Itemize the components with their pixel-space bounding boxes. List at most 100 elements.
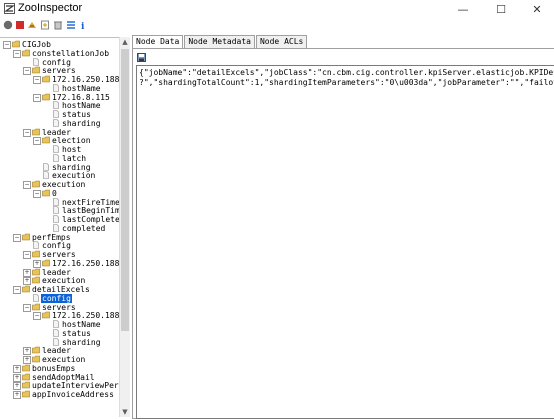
folder-icon [32,66,40,74]
tree-node-label: sendAdoptMail [32,372,95,382]
tree-node-label: sharding [62,337,101,347]
file-icon [43,162,49,171]
tab-node-data[interactable]: Node Data [132,35,184,48]
tree-node[interactable]: + sendAdoptMail [0,373,120,382]
tree-node[interactable]: status [0,110,120,119]
close-button[interactable]: ✕ [520,0,554,18]
tree-node-label: hostName [62,101,101,111]
tree-node[interactable]: config [0,293,120,303]
folder-icon [22,381,30,389]
tree-node[interactable]: + leader [0,268,120,277]
folder-icon [22,390,30,398]
tree-node[interactable]: − servers [0,303,120,312]
add-node-icon[interactable] [40,20,50,30]
zookeeper-app-icon [4,3,15,14]
tree-node-label: execution [52,171,96,181]
file-icon [53,206,59,215]
tree-node[interactable]: host [0,145,120,154]
tree-node[interactable]: +172.16.250.188 [0,259,120,268]
tree-node-label: config [41,293,72,303]
tree-node[interactable]: − detailExcels [0,285,120,294]
node-details-pane: Node Data Node Metadata Node ACLs {"jobN… [130,34,554,419]
tree-node-label: execution [42,276,86,286]
tree-node[interactable]: status [0,329,120,338]
settings-icon[interactable] [66,20,76,30]
tree-node[interactable]: − perfEmps [0,233,120,242]
svg-text:i: i [81,22,85,30]
minimize-button[interactable]: — [446,0,480,18]
tree-node[interactable]: −172.16.250.188 [0,75,120,84]
tree-scrollbar[interactable]: ▲ ▼ [119,37,130,417]
tree-node[interactable]: + bonusEmps [0,364,120,373]
scrollbar-thumb[interactable] [121,49,129,331]
tree-node-label: CIGJob [22,40,51,49]
folder-icon [22,285,30,293]
tree-node-label: servers [42,250,76,259]
tree-node-label: leader [42,127,71,137]
folder-icon [12,40,20,48]
tree-node[interactable]: execution [0,171,120,180]
tree-node[interactable]: − CIGJob [0,40,120,49]
tree-node[interactable]: sharding [0,163,120,172]
tree-node[interactable]: − execution [0,180,120,189]
tree-node[interactable]: + leader [0,346,120,356]
file-icon [43,171,49,180]
folder-icon [22,49,30,57]
tree-node[interactable]: hostName [0,320,120,329]
tree-node[interactable]: completed [0,224,120,233]
node-data-textarea[interactable]: {"jobName":"detailExcels","jobClass":"cn… [136,65,554,419]
tree-node[interactable]: + execution [0,355,120,364]
tree-node[interactable]: hostName [0,101,120,110]
tab-node-acls[interactable]: Node ACLs [255,35,308,48]
tree-node-label: lastBeginTim [62,206,120,216]
tree-node-label: hostName [62,83,101,93]
tree-node[interactable]: sharding [0,119,120,128]
tree-node[interactable]: + execution [0,276,120,286]
tree-node[interactable]: config [0,241,120,250]
tree-node[interactable]: + appInvoiceAddress [0,390,120,399]
scroll-down-icon[interactable]: ▼ [120,407,130,417]
folder-icon [32,128,40,135]
folder-icon [42,75,50,83]
tree-node[interactable]: lastBeginTim [0,206,120,215]
connect-icon[interactable] [3,20,13,30]
folder-icon [32,355,40,363]
tree-node[interactable]: latch [0,154,120,163]
tree-node[interactable]: − election [0,136,120,146]
node-data-line: ?","shardingTotalCount":1,"shardingItemP… [139,78,554,87]
tab-node-metadata[interactable]: Node Metadata [184,35,255,48]
file-icon [33,293,39,302]
tree-node[interactable]: config [0,58,120,67]
folder-icon [32,303,40,310]
tree-node[interactable]: −172.16.250.188 [0,311,120,321]
tree-node-label: 172.16.8.115 [52,92,110,102]
tree-node[interactable]: −172.16.8.115 [0,93,120,102]
refresh-icon[interactable] [27,20,37,30]
tree-node[interactable]: − leader [0,128,120,137]
tree-node[interactable]: − servers [0,250,120,259]
tree-node[interactable]: hostName [0,84,120,93]
tree-node[interactable]: − constellationJob [0,49,120,58]
tree-node-label: updateInterviewPers [32,381,120,391]
file-icon [33,241,39,250]
folder-icon [42,189,50,197]
tree-node[interactable]: lastComplete [0,215,120,224]
tree-node-label: 172.16.250.188 [52,258,120,268]
tree-node[interactable]: sharding [0,338,120,347]
delete-node-icon[interactable] [53,20,63,30]
tree-node[interactable]: nextFireTime [0,198,120,207]
tree-node[interactable]: −0 [0,189,120,198]
tree-node-label: sharding [62,118,101,128]
info-icon[interactable]: i [78,20,88,30]
maximize-button[interactable]: ☐ [484,0,518,18]
save-icon[interactable] [137,53,146,62]
folder-icon [32,250,40,258]
tree-node[interactable]: − servers [0,66,120,76]
tree-node[interactable]: + updateInterviewPers [0,381,120,391]
file-icon [53,320,59,328]
disconnect-icon[interactable] [15,20,25,30]
node-tree[interactable]: − CIGJob − constellationJob config − servers −1… [0,37,120,418]
expand-icon[interactable]: + [13,391,21,399]
tree-node-label: detailExcels [32,285,90,294]
scroll-up-icon[interactable]: ▲ [120,37,130,47]
